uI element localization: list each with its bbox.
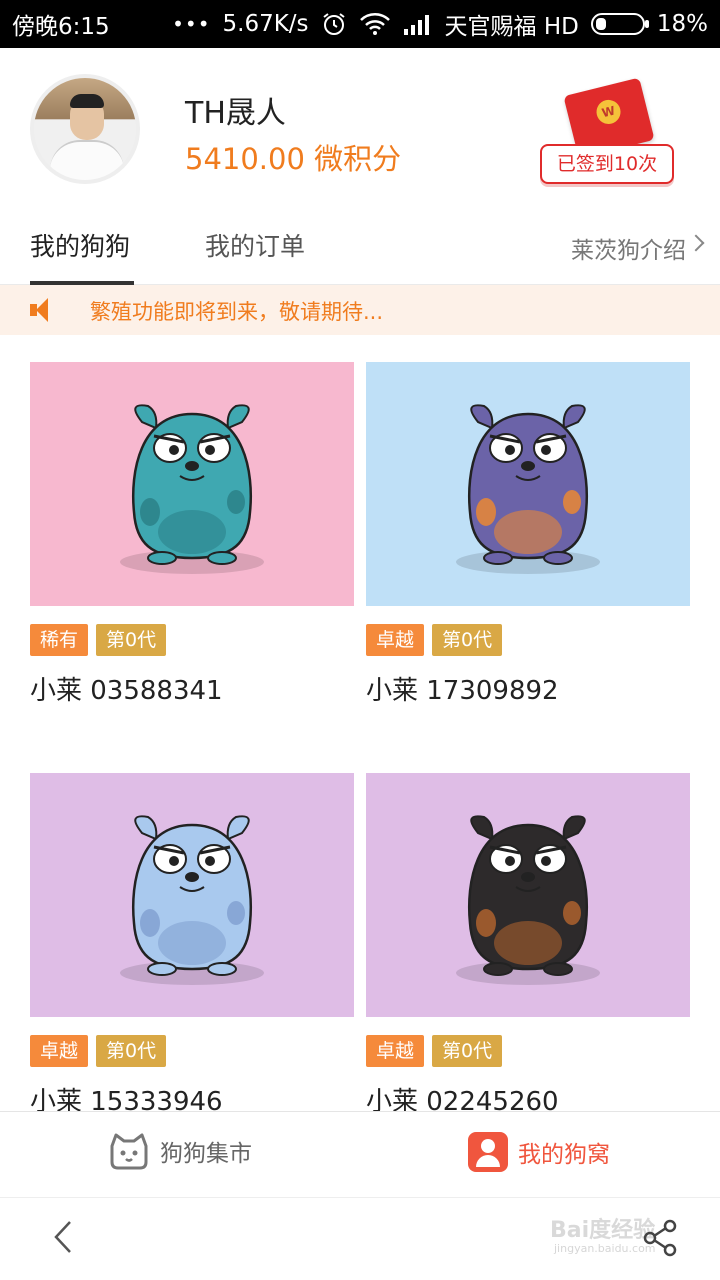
profile-header: TH晟人 5410.00 微积分 W 已签到10次 [0, 48, 720, 213]
dog-illustration [120, 815, 264, 985]
intro-link[interactable]: 莱茨狗介绍 [571, 231, 686, 265]
user-name: TH晟人 [185, 96, 286, 131]
dog-illustration [456, 815, 600, 985]
dog-card[interactable]: 卓越 第0代 小莱 17309892 [366, 362, 690, 706]
dog-image[interactable] [366, 362, 690, 606]
notification-dots-icon: ••• [172, 12, 211, 36]
dog-card[interactable]: 卓越 第0代 小莱 02245260 [366, 773, 690, 1117]
notice-text: 繁殖功能即将到来，敬请期待... [90, 300, 384, 324]
nav-dog-market[interactable]: 狗狗集市 [108, 1132, 252, 1170]
dog-card[interactable]: 卓越 第0代 小莱 15333946 [30, 773, 354, 1117]
signal-icon [403, 15, 429, 35]
carrier-label: 天官赐福 HD [444, 14, 579, 40]
nav-kennel-label: 我的狗窝 [518, 1142, 610, 1168]
tab-my-dogs[interactable]: 我的狗狗 [30, 227, 130, 263]
alarm-icon [322, 13, 345, 35]
dog-card[interactable]: 稀有 第0代 小莱 03588341 [30, 362, 354, 706]
nav-my-kennel[interactable]: 我的狗窝 [468, 1132, 610, 1172]
checkin-button[interactable]: 已签到10次 [540, 144, 674, 184]
system-nav-bar: Bai度经验 jingyan.baidu.com [0, 1197, 720, 1280]
share-icon[interactable] [640, 1218, 680, 1258]
back-arrow-icon[interactable] [48, 1220, 82, 1254]
generation-tag: 第0代 [96, 1035, 167, 1067]
generation-tag: 第0代 [96, 624, 167, 656]
dog-illustration [120, 404, 264, 574]
wifi-icon [359, 13, 390, 35]
avatar[interactable] [30, 74, 140, 184]
points-balance: 5410.00 微积分 [185, 142, 402, 176]
tab-my-orders[interactable]: 我的订单 [205, 227, 305, 263]
dog-illustration [456, 404, 600, 574]
chevron-right-icon [687, 234, 705, 252]
user-icon [468, 1132, 508, 1172]
rarity-tag: 稀有 [30, 624, 89, 656]
rarity-tag: 卓越 [366, 624, 425, 656]
generation-tag: 第0代 [432, 1035, 503, 1067]
rarity-tag: 卓越 [30, 1035, 89, 1067]
battery-percent: 18% [656, 11, 708, 37]
rarity-tag: 卓越 [366, 1035, 425, 1067]
tab-bar: 我的狗狗 我的订单 莱茨狗介绍 [0, 213, 720, 285]
status-bar: 傍晚6:15 ••• 5.67K/s 天官赐福 HD 18% [0, 0, 720, 48]
dog-name: 小莱 03588341 [30, 676, 223, 706]
red-packet-coin-mark: W [593, 97, 624, 127]
speaker-icon [30, 298, 48, 322]
network-speed: 5.67K/s [222, 11, 309, 37]
dog-image[interactable] [30, 773, 354, 1017]
dog-name: 小莱 17309892 [366, 676, 559, 706]
generation-tag: 第0代 [432, 624, 503, 656]
dog-image[interactable] [30, 362, 354, 606]
dog-image[interactable] [366, 773, 690, 1017]
status-time: 傍晚6:15 [12, 14, 110, 40]
battery-icon [590, 13, 649, 35]
notice-banner: 繁殖功能即将到来，敬请期待... [0, 285, 720, 335]
dog-face-icon [110, 1133, 148, 1170]
nav-market-label: 狗狗集市 [160, 1141, 252, 1167]
bottom-nav: 狗狗集市 我的狗窝 [0, 1111, 720, 1197]
